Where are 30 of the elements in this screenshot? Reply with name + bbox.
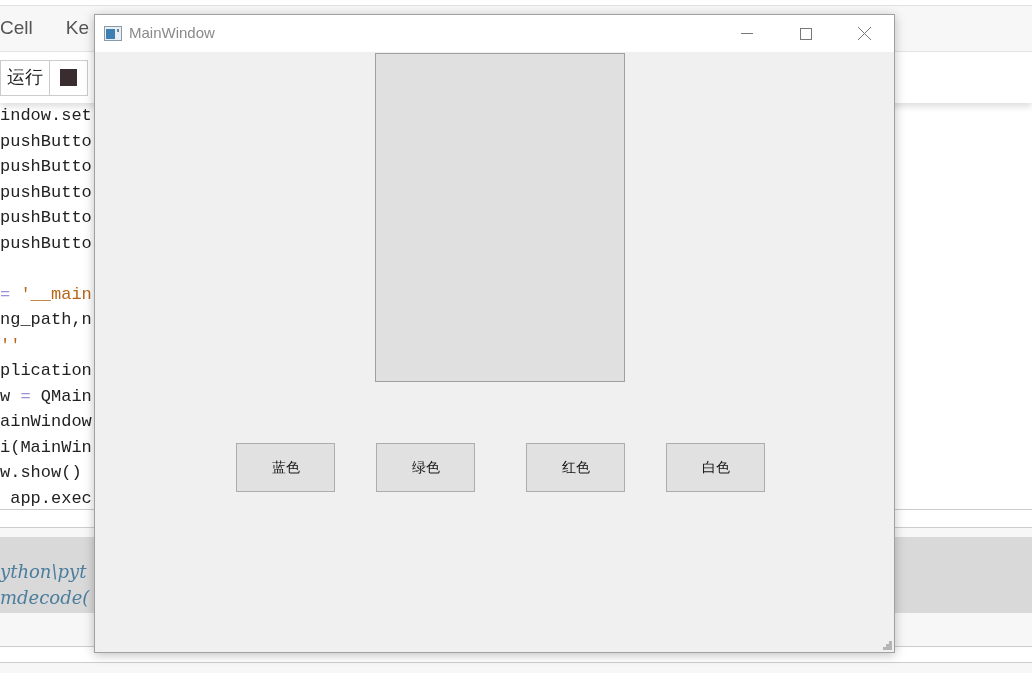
color-button[interactable]: 白色 bbox=[666, 443, 765, 492]
output-line: mdecode( bbox=[0, 586, 90, 610]
stop-icon bbox=[60, 69, 77, 86]
code-line: pushButto bbox=[0, 233, 92, 253]
color-button[interactable]: 绿色 bbox=[376, 443, 475, 492]
code-line: indow.set bbox=[0, 106, 92, 125]
code-line: pushButto bbox=[0, 157, 92, 176]
code-line: ng_path,n bbox=[0, 310, 92, 329]
code-line: ainWindow bbox=[0, 412, 92, 431]
minimize-icon bbox=[740, 33, 753, 34]
code-line: w = QMain bbox=[0, 386, 92, 406]
code-line: pushButto bbox=[0, 208, 92, 227]
code-line: i(MainWin bbox=[0, 437, 92, 457]
menu-item[interactable]: Ke bbox=[65, 14, 89, 43]
app-icon bbox=[104, 26, 122, 41]
maximize-icon bbox=[799, 27, 812, 40]
code-line: '' bbox=[0, 335, 21, 355]
code-line: app.exec bbox=[9, 488, 92, 508]
output-line: ython\pyt bbox=[0, 560, 87, 584]
window-title: MainWindow bbox=[129, 23, 215, 44]
code-line: = '__main bbox=[0, 284, 92, 304]
size-grip-icon bbox=[883, 641, 892, 650]
close-icon bbox=[858, 27, 871, 40]
color-button[interactable]: 蓝色 bbox=[236, 443, 335, 492]
code-line: w.show() bbox=[0, 463, 82, 482]
menu-item[interactable]: Cell bbox=[0, 14, 33, 43]
code-line: plication bbox=[0, 361, 92, 380]
code-line: pushButto bbox=[0, 182, 92, 202]
color-button[interactable]: 红色 bbox=[526, 443, 625, 492]
code-line: pushButto bbox=[0, 131, 92, 151]
